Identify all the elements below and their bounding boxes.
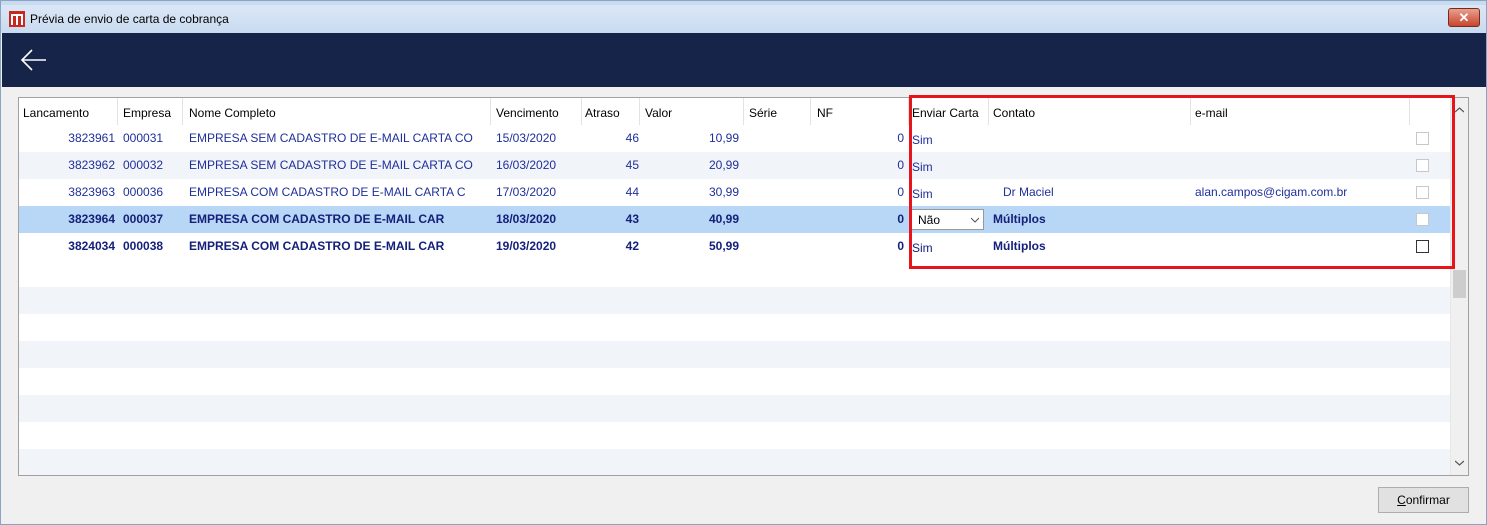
- confirm-accelerator: C: [1397, 493, 1406, 507]
- highlight-box: [909, 95, 1455, 269]
- column-header-serie[interactable]: Série: [749, 98, 777, 125]
- cell-empresa: 000031: [123, 131, 164, 145]
- column-separator: [117, 98, 118, 125]
- cell-nome: EMPRESA COM CADASTRO DE E-MAIL CAR: [189, 239, 445, 253]
- cell-valor: 40,99: [708, 212, 739, 226]
- column-header-empresa[interactable]: Empresa: [123, 98, 171, 125]
- cell-serie: [749, 206, 809, 233]
- cell-serie: [749, 179, 809, 206]
- close-button[interactable]: ✕: [1448, 8, 1480, 27]
- cell-empresa: 000036: [123, 185, 164, 199]
- cell-valor: 30,99: [708, 185, 739, 199]
- cell-vencimento: 18/03/2020: [496, 212, 557, 226]
- app-logo-icon: [9, 11, 25, 27]
- cell-lancamento: 3823963: [68, 185, 115, 199]
- cell-empresa: 000032: [123, 158, 164, 172]
- empty-row: [19, 287, 1452, 314]
- confirm-button[interactable]: Confirmar: [1378, 487, 1469, 513]
- empty-row: [19, 395, 1452, 422]
- column-separator: [810, 98, 811, 125]
- scrollbar-thumb[interactable]: [1453, 270, 1466, 298]
- cell-lancamento: 3823964: [68, 212, 115, 226]
- app-window: Prévia de envio de carta de cobrança ✕ L…: [0, 0, 1487, 525]
- cell-atraso: 45: [625, 158, 639, 172]
- column-header-vencimento[interactable]: Vencimento: [496, 98, 559, 125]
- cell-vencimento: 16/03/2020: [496, 158, 557, 172]
- cell-vencimento: 19/03/2020: [496, 239, 557, 253]
- column-separator: [743, 98, 744, 125]
- cell-vencimento: 17/03/2020: [496, 185, 557, 199]
- cell-valor: 10,99: [708, 131, 739, 145]
- confirm-label: onfirmar: [1405, 493, 1450, 507]
- header-bar: [2, 33, 1486, 87]
- chevron-up-icon[interactable]: [1455, 107, 1464, 113]
- arrow-left-icon[interactable]: [20, 49, 48, 71]
- column-separator: [581, 98, 582, 125]
- cell-nf: 0: [897, 239, 904, 253]
- column-header-lancamento[interactable]: Lancamento: [23, 98, 89, 125]
- cell-atraso: 46: [625, 131, 639, 145]
- empty-row: [19, 314, 1452, 341]
- column-separator: [182, 98, 183, 125]
- cell-lancamento: 3823962: [68, 158, 115, 172]
- cell-nome: EMPRESA SEM CADASTRO DE E-MAIL CARTA CO: [189, 158, 473, 172]
- cell-atraso: 43: [625, 212, 639, 226]
- column-separator: [639, 98, 640, 125]
- chevron-down-icon[interactable]: [1455, 460, 1464, 466]
- cell-nome: EMPRESA COM CADASTRO DE E-MAIL CARTA C: [189, 185, 466, 199]
- cell-nf: 0: [897, 131, 904, 145]
- column-header-nome[interactable]: Nome Completo: [189, 98, 276, 125]
- window-title: Prévia de envio de carta de cobrança: [30, 12, 229, 26]
- cell-nf: 0: [897, 158, 904, 172]
- cell-nf: 0: [897, 212, 904, 226]
- cell-nome: EMPRESA COM CADASTRO DE E-MAIL CAR: [189, 212, 445, 226]
- column-separator: [490, 98, 491, 125]
- empty-row: [19, 449, 1452, 475]
- close-icon: ✕: [1458, 10, 1470, 25]
- cell-lancamento: 3823961: [68, 131, 115, 145]
- column-header-nf[interactable]: NF: [817, 98, 833, 125]
- cell-atraso: 42: [625, 239, 639, 253]
- cell-lancamento: 3824034: [68, 239, 115, 253]
- cell-nome: EMPRESA SEM CADASTRO DE E-MAIL CARTA CO: [189, 131, 473, 145]
- cell-empresa: 000038: [123, 239, 164, 253]
- cell-valor: 50,99: [708, 239, 739, 253]
- cell-valor: 20,99: [708, 158, 739, 172]
- cell-serie: [749, 233, 809, 260]
- column-header-atraso[interactable]: Atraso: [585, 98, 620, 125]
- column-header-valor[interactable]: Valor: [645, 98, 672, 125]
- empty-row: [19, 422, 1452, 449]
- cell-serie: [749, 152, 809, 179]
- empty-row: [19, 368, 1452, 395]
- cell-nf: 0: [897, 185, 904, 199]
- cell-serie: [749, 125, 809, 152]
- cell-atraso: 44: [625, 185, 639, 199]
- cell-empresa: 000037: [123, 212, 164, 226]
- cell-vencimento: 15/03/2020: [496, 131, 557, 145]
- empty-row: [19, 341, 1452, 368]
- title-bar: Prévia de envio de carta de cobrança ✕: [1, 5, 1486, 33]
